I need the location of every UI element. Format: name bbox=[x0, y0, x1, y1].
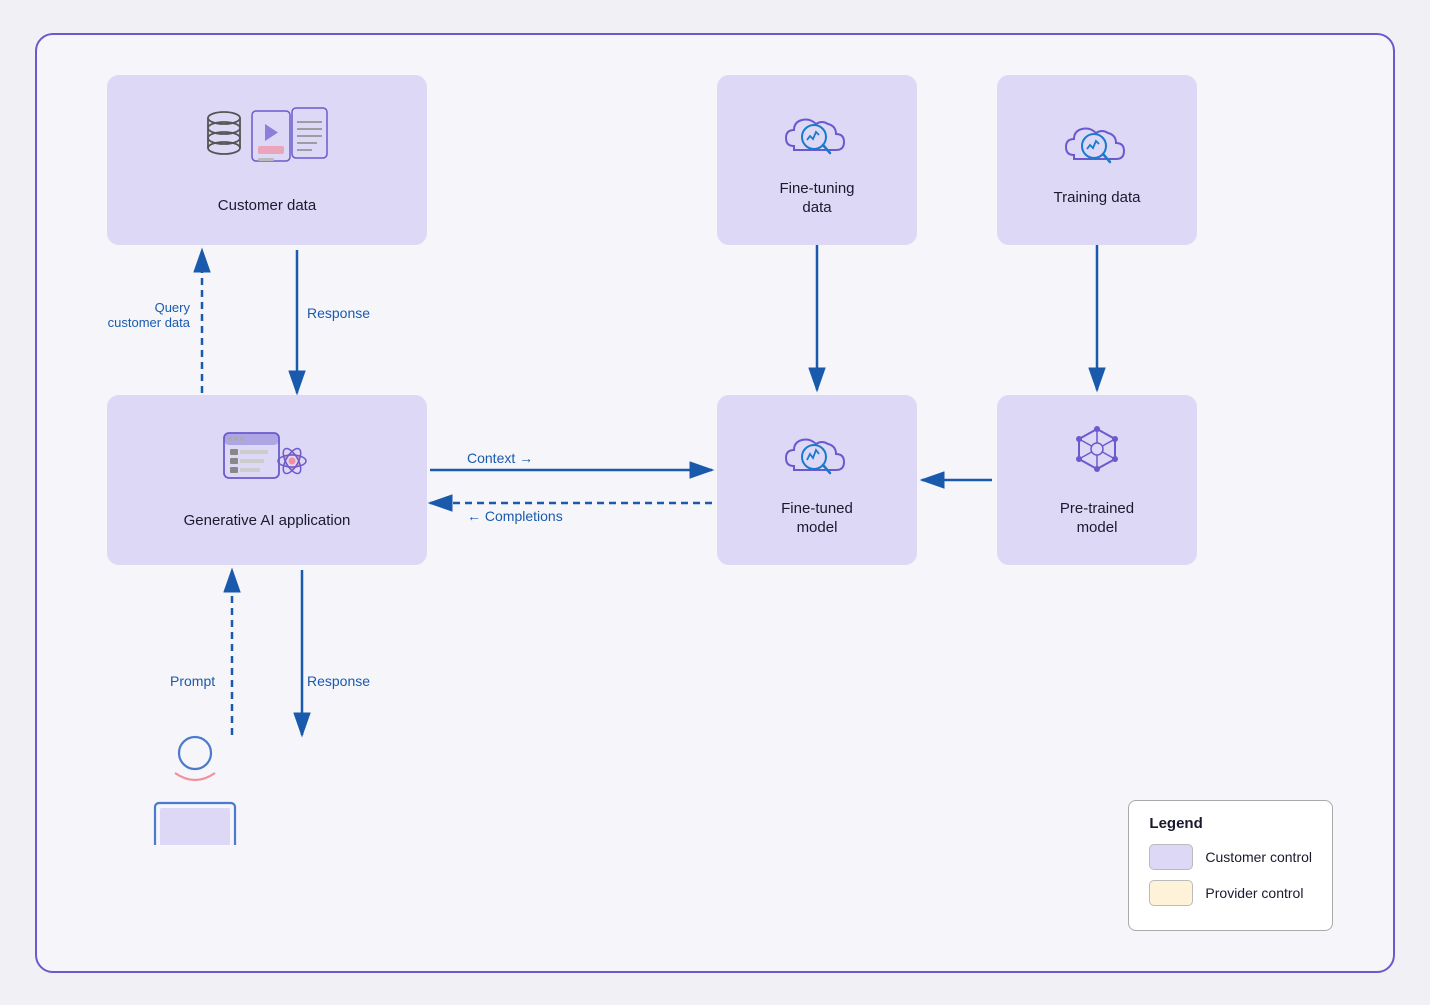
fine-tuning-data-icon bbox=[782, 104, 852, 171]
customer-data-icon bbox=[202, 106, 332, 188]
legend-provider-label: Provider control bbox=[1205, 885, 1303, 901]
context-label: Context → bbox=[467, 450, 533, 466]
customer-data-node: Customer data bbox=[107, 75, 427, 245]
user-figure bbox=[145, 735, 265, 845]
legend-customer-label: Customer control bbox=[1205, 849, 1312, 865]
legend-provider-item: Provider control bbox=[1149, 880, 1312, 906]
diagram-container: Customer data Fine-tuningdata Trai bbox=[35, 33, 1395, 973]
fine-tuned-model-label: Fine-tunedmodel bbox=[781, 499, 853, 538]
gen-ai-app-label: Generative AI application bbox=[184, 511, 351, 531]
query-customer-data-label: Querycustomer data bbox=[95, 300, 190, 330]
response-bottom-label: Response bbox=[307, 673, 370, 689]
response-top-label: Response bbox=[307, 305, 370, 321]
training-data-node: Training data bbox=[997, 75, 1197, 245]
prompt-label: Prompt bbox=[170, 673, 215, 689]
legend-customer-box bbox=[1149, 844, 1193, 870]
customer-data-label: Customer data bbox=[218, 196, 316, 216]
legend-customer-item: Customer control bbox=[1149, 844, 1312, 870]
training-data-icon bbox=[1062, 113, 1132, 180]
gen-ai-app-node: Generative AI application bbox=[107, 395, 427, 565]
pre-trained-model-label: Pre-trainedmodel bbox=[1060, 499, 1134, 538]
fine-tuned-model-icon bbox=[782, 424, 852, 491]
pre-trained-model-icon bbox=[1065, 424, 1130, 491]
fine-tuning-data-label: Fine-tuningdata bbox=[779, 179, 854, 218]
gen-ai-app-icon bbox=[222, 431, 312, 503]
completions-label: ← Completions bbox=[467, 508, 563, 524]
legend-provider-box bbox=[1149, 880, 1193, 906]
legend-title: Legend bbox=[1149, 815, 1312, 832]
fine-tuning-data-node: Fine-tuningdata bbox=[717, 75, 917, 245]
training-data-label: Training data bbox=[1054, 188, 1141, 208]
fine-tuned-model-node: Fine-tunedmodel bbox=[717, 395, 917, 565]
legend: Legend Customer control Provider control bbox=[1128, 800, 1333, 931]
pre-trained-model-node: Pre-trainedmodel bbox=[997, 395, 1197, 565]
